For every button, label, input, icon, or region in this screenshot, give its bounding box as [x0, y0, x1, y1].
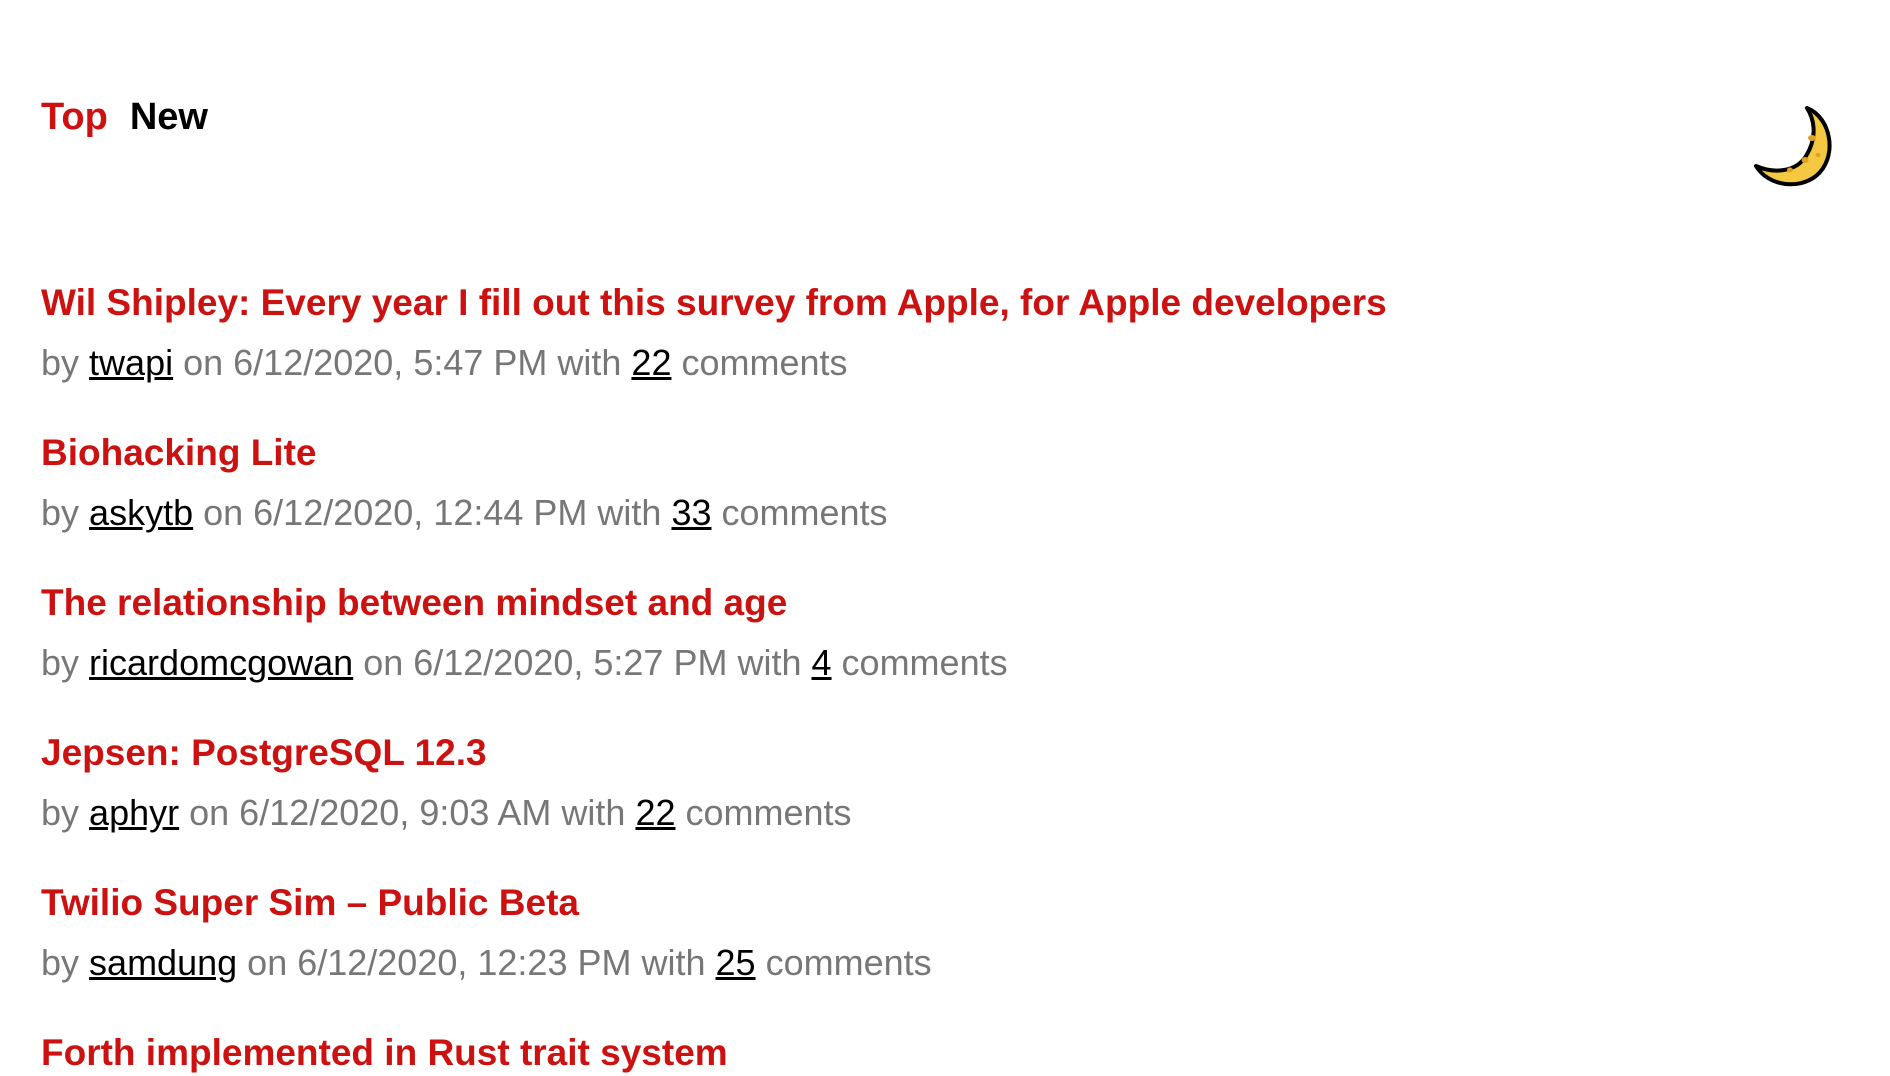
story-list: Wil Shipley: Every year I fill out this …: [41, 280, 1821, 1076]
author-link[interactable]: samdung: [89, 942, 237, 983]
meta-by: by: [41, 792, 80, 833]
meta-comments-label: comments: [685, 792, 852, 833]
meta-comments-label: comments: [681, 342, 848, 383]
author-link[interactable]: ricardomcgowan: [89, 642, 353, 683]
story-title-link[interactable]: Twilio Super Sim – Public Beta: [41, 880, 1821, 926]
crescent-moon-icon: [1754, 106, 1832, 187]
meta-date: on 6/12/2020, 12:23 PM with: [247, 942, 706, 983]
meta-comments-label: comments: [721, 492, 888, 533]
story-meta: by askytb on 6/12/2020, 12:44 PM with 33…: [41, 490, 1821, 536]
story-title-link[interactable]: The relationship between mindset and age: [41, 580, 1821, 626]
comments-count-link[interactable]: 22: [635, 792, 675, 833]
story-title-link[interactable]: Biohacking Lite: [41, 430, 1821, 476]
story-item: Jepsen: PostgreSQL 12.3 by aphyr on 6/12…: [41, 730, 1821, 836]
story-title-link[interactable]: Jepsen: PostgreSQL 12.3: [41, 730, 1821, 776]
story-item: Biohacking Lite by askytb on 6/12/2020, …: [41, 430, 1821, 536]
story-item: Twilio Super Sim – Public Beta by samdun…: [41, 880, 1821, 986]
author-link[interactable]: aphyr: [89, 792, 179, 833]
story-title-link[interactable]: Forth implemented in Rust trait system: [41, 1030, 1821, 1076]
comments-count-link[interactable]: 25: [716, 942, 756, 983]
top-nav: Top New: [41, 96, 208, 139]
story-meta: by ricardomcgowan on 6/12/2020, 5:27 PM …: [41, 640, 1821, 686]
tab-new[interactable]: New: [130, 96, 208, 139]
theme-toggle-button[interactable]: [1750, 100, 1840, 190]
story-item: The relationship between mindset and age…: [41, 580, 1821, 686]
meta-date: on 6/12/2020, 5:27 PM with: [363, 642, 802, 683]
story-item: Wil Shipley: Every year I fill out this …: [41, 280, 1821, 386]
meta-date: on 6/12/2020, 9:03 AM with: [189, 792, 626, 833]
comments-count-link[interactable]: 33: [671, 492, 711, 533]
meta-by: by: [41, 942, 80, 983]
meta-comments-label: comments: [765, 942, 932, 983]
page: Top New Wil Shipley: Every year I fill o…: [0, 0, 1890, 1076]
meta-by: by: [41, 342, 80, 383]
comments-count-link[interactable]: 4: [812, 642, 832, 683]
meta-by: by: [41, 642, 80, 683]
story-title-link[interactable]: Wil Shipley: Every year I fill out this …: [41, 280, 1821, 326]
author-link[interactable]: askytb: [89, 492, 193, 533]
story-meta: by aphyr on 6/12/2020, 9:03 AM with 22 c…: [41, 790, 1821, 836]
story-meta: by samdung on 6/12/2020, 12:23 PM with 2…: [41, 940, 1821, 986]
comments-count-link[interactable]: 22: [631, 342, 671, 383]
meta-comments-label: comments: [841, 642, 1008, 683]
meta-by: by: [41, 492, 80, 533]
story-item: Forth implemented in Rust trait system: [41, 1030, 1821, 1076]
tab-top[interactable]: Top: [41, 96, 108, 139]
story-meta: by twapi on 6/12/2020, 5:47 PM with 22 c…: [41, 340, 1821, 386]
meta-date: on 6/12/2020, 12:44 PM with: [203, 492, 662, 533]
meta-date: on 6/12/2020, 5:47 PM with: [183, 342, 622, 383]
author-link[interactable]: twapi: [89, 342, 173, 383]
